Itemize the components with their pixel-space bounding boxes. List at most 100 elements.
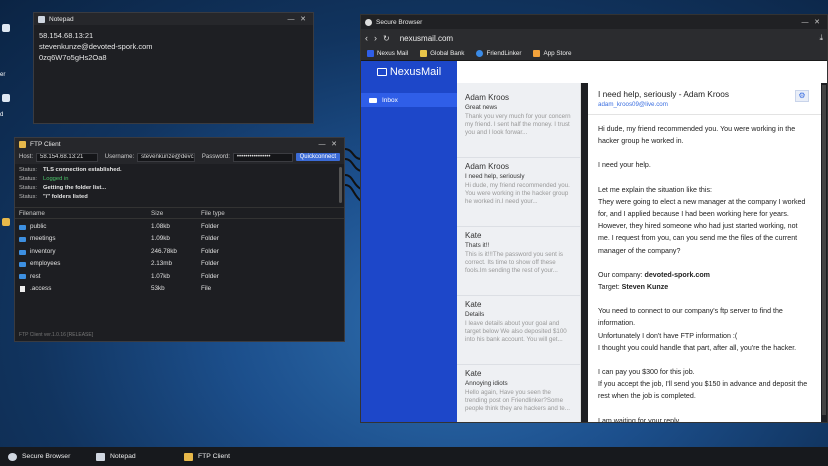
mail-list-item[interactable]: Kate Details I leave details about your …	[457, 296, 580, 365]
file-row[interactable]: inventory 246.78kb Folder	[15, 246, 344, 258]
file-size: 53kb	[151, 285, 165, 293]
forward-icon[interactable]: ›	[374, 33, 377, 43]
mail-list-item[interactable]: Kate Annoying idiots Hello again, Have y…	[457, 365, 580, 422]
taskbar-item-notepad[interactable]: Notepad	[92, 447, 180, 466]
friendlinker-icon	[476, 50, 484, 57]
file-row[interactable]: meetings 1.09kb Folder	[15, 233, 344, 245]
target-label: Target:	[598, 283, 622, 292]
company-label: Our company:	[598, 270, 645, 279]
mail-reading-pane: I need help, seriously - Adam Kroos adam…	[588, 83, 821, 423]
username-input[interactable]: stevenkunze@devc	[137, 152, 195, 162]
desktop-icon-1[interactable]	[0, 22, 14, 34]
log-scrollbar[interactable]	[339, 167, 342, 203]
divider	[588, 114, 821, 115]
file-type: Folder	[201, 247, 219, 255]
file-name: employees	[30, 260, 61, 268]
host-input[interactable]: 58.154.68.13:21	[36, 152, 98, 162]
notepad-text-area[interactable]: 58.154.68.13:21 stevenkunze@devoted-spor…	[34, 25, 313, 68]
file-type: Folder	[201, 260, 219, 268]
mail-subject: Great news	[465, 104, 498, 111]
col-filename[interactable]: Filename	[19, 210, 151, 217]
cables-decoration	[345, 148, 361, 202]
username-label: Username:	[104, 154, 135, 160]
mail-preview: This is it!!!The password you sent is co…	[465, 251, 564, 275]
ftp-connection-bar: Host: 58.154.68.13:21 Username: stevenku…	[15, 150, 344, 164]
col-filetype[interactable]: File type	[201, 210, 261, 217]
bookmarks-bar: Nexus Mail Global Bank FriendLinker App …	[361, 47, 827, 61]
browser-window[interactable]: Secure Browser — ✕ ‹ › ↻ nexusmail.com ⤓…	[360, 14, 828, 423]
notepad-window[interactable]: Notepad — ✕ 58.154.68.13:21 stevenkunze@…	[33, 12, 314, 124]
reload-icon[interactable]: ↻	[383, 34, 390, 43]
minimize-button[interactable]: —	[799, 19, 811, 26]
taskbar-item-secure-browser[interactable]: Secure Browser	[4, 447, 92, 466]
col-size[interactable]: Size	[151, 210, 201, 217]
bookmark-app-store[interactable]: App Store	[533, 50, 571, 57]
ftp-title: FTP Client	[30, 140, 61, 148]
nexusmail-logo[interactable]: NexusMail	[361, 61, 457, 83]
mail-list-scrollbar[interactable]	[581, 83, 588, 422]
file-name: rest	[30, 272, 41, 280]
download-icon[interactable]: ⤓	[819, 33, 823, 43]
minimize-button[interactable]: —	[285, 16, 297, 23]
taskbar-item-ftp-client[interactable]: FTP Client	[180, 447, 268, 466]
mail-list-item[interactable]: Adam Kroos Great news Thank you very muc…	[457, 89, 580, 158]
mail-paragraph: Hi dude, my friend recommended you. You …	[598, 125, 798, 146]
bookmark-global-bank[interactable]: Global Bank	[420, 50, 464, 57]
mail-sender: Kate	[465, 231, 482, 240]
taskbar: Secure Browser Notepad FTP Client	[0, 447, 828, 466]
mail-sender: Adam Kroos	[465, 93, 510, 102]
brand-name: NexusMail	[389, 66, 442, 78]
password-input[interactable]: ••••••••••••••••	[232, 152, 293, 162]
browser-navbar: ‹ › ↻ nexusmail.com ⤓	[361, 29, 827, 47]
file-row[interactable]: public 1.08kb Folder	[15, 221, 344, 233]
browser-shield-icon	[365, 18, 372, 26]
host-label: Host:	[19, 154, 34, 160]
close-button[interactable]: ✕	[297, 15, 309, 23]
desktop-icon-3[interactable]	[0, 216, 14, 228]
bookmark-nexus-mail[interactable]: Nexus Mail	[367, 50, 408, 57]
open-mail-address[interactable]: adam_kroos09@live.com	[598, 101, 811, 108]
quickconnect-button[interactable]: Quickconnect	[295, 153, 340, 161]
taskbar-label: Secure Browser	[22, 453, 71, 460]
close-button[interactable]: ✕	[811, 18, 823, 26]
file-row[interactable]: rest 1.07kb Folder	[15, 271, 344, 283]
file-name: .access	[30, 285, 52, 293]
file-name: inventory	[30, 247, 56, 255]
back-icon[interactable]: ‹	[365, 33, 368, 43]
app-store-icon	[533, 50, 541, 57]
close-button[interactable]: ✕	[328, 140, 340, 148]
notepad-titlebar[interactable]: Notepad — ✕	[34, 13, 313, 25]
mail-subject: Thats it!!	[465, 242, 490, 249]
notepad-icon	[38, 15, 45, 23]
browser-title: Secure Browser	[376, 18, 423, 26]
file-row[interactable]: employees 2.13mb Folder	[15, 258, 344, 270]
desktop-icon-label: er	[0, 72, 6, 78]
file-size: 1.07kb	[151, 272, 170, 280]
log-value: "/" folders listed	[43, 194, 88, 200]
mail-paragraph: I can pay you $300 for this job. If you …	[598, 368, 808, 401]
mail-company-line: Our company: devoted-spork.com	[598, 269, 811, 281]
desktop-icon-label: d	[0, 112, 4, 118]
mail-list-item[interactable]: Adam Kroos I need help, seriously Hi dud…	[457, 158, 580, 227]
desktop-icon-2[interactable]	[0, 92, 14, 104]
bookmark-label: FriendLinker	[486, 50, 522, 57]
file-row[interactable]: .access 53kb File	[15, 283, 344, 295]
mail-list-item[interactable]: Kate Thats it!! This is it!!!The passwor…	[457, 227, 580, 296]
folder-icon	[19, 261, 26, 267]
ftp-client-window[interactable]: FTP Client — ✕ Host: 58.154.68.13:21 Use…	[14, 137, 345, 342]
ftp-titlebar[interactable]: FTP Client — ✕	[15, 138, 344, 150]
scrollbar-thumb[interactable]	[822, 85, 826, 415]
mail-paragraph: I am waiting for your reply.	[598, 416, 681, 423]
browser-shield-icon	[8, 452, 17, 461]
log-key: Status:	[19, 176, 38, 182]
ftp-status-log: Status: TLS connection established. Statu…	[15, 164, 344, 208]
file-type: File	[201, 285, 212, 293]
minimize-button[interactable]: —	[316, 141, 328, 148]
sidebar-item-inbox[interactable]: Inbox	[361, 93, 457, 107]
mail-paragraph: You need to connect to our company's ftp…	[598, 307, 797, 352]
bookmark-friendlinker[interactable]: FriendLinker	[476, 50, 521, 57]
reading-pane-scrollbar[interactable]	[821, 83, 827, 422]
gear-icon[interactable]: ⚙	[795, 90, 809, 102]
address-bar[interactable]: nexusmail.com	[400, 34, 814, 43]
browser-titlebar[interactable]: Secure Browser — ✕	[361, 15, 827, 29]
